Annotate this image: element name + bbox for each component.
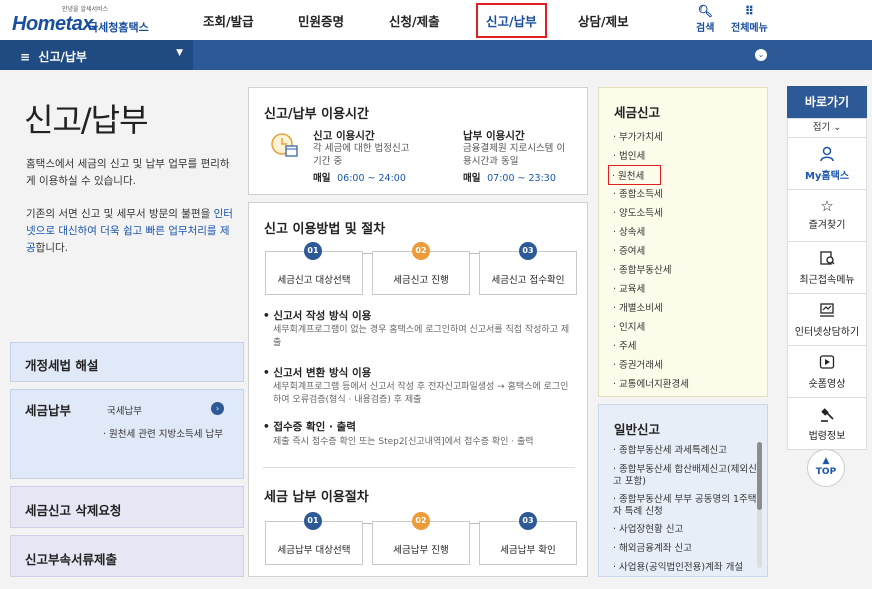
tax-item-property[interactable]: · 종합부동산세 <box>613 262 671 276</box>
step-number-badge: 01 <box>304 242 322 260</box>
report-method-card: 신고 이용방법 및 절차 세금신고 대상선택 세금신고 진행 세금신고 접수확인… <box>248 202 588 577</box>
report-delete-box[interactable]: 세금신고 삭제요청 <box>10 486 244 528</box>
general-item[interactable]: · 사업장현황 신고 <box>613 524 761 536</box>
tax-item-corporate[interactable]: · 법인세 <box>613 148 645 162</box>
quick-recent-menu[interactable]: 최근접속메뉴 <box>787 242 867 294</box>
quick-internet-consult[interactable]: 인터넷상담하기 <box>787 294 867 346</box>
page-title: 신고/납부 <box>24 101 149 139</box>
intro-text: 홈택스에서 세금의 신고 및 납부 업무를 편리하게 이용하실 수 있습니다. <box>26 158 230 187</box>
step-number-badge: 01 <box>304 512 322 530</box>
expand-chevron-icon[interactable]: ⌄ <box>755 49 767 61</box>
scrollbar-thumb[interactable] <box>757 442 762 510</box>
caret-up-icon: ▲ <box>822 456 830 466</box>
breadcrumb-dropdown[interactable]: ≡ 신고/납부 ▼ <box>0 40 193 70</box>
gavel-icon <box>788 406 866 425</box>
general-item[interactable]: · 종합부동산세 과세특례신고 <box>613 445 761 457</box>
section-divider <box>263 467 575 468</box>
hometax-logo[interactable]: 안녕을 알세서비스 Hometax. 국세청홈택스 <box>10 4 160 36</box>
attachment-submit-box[interactable]: 신고부속서류제출 <box>10 535 244 577</box>
quick-favorites[interactable]: ☆ 즐겨찾기 <box>787 190 867 242</box>
top-header: 안녕을 알세서비스 Hometax. 국세청홈택스 조회/발급 민원증명 신청/… <box>0 0 872 40</box>
quick-my-hometax[interactable]: My홈택스 <box>787 138 867 190</box>
general-item[interactable]: · 사업용(공익법인전용)계좌 개설 <box>613 562 761 574</box>
logo-name: 국세청홈택스 <box>88 21 149 34</box>
tax-pay-box: 세금납부 국세납부 › · 원천세 관련 지방소득세 납부 <box>10 389 244 479</box>
tax-item-withholding[interactable]: · 원천세 <box>608 165 662 185</box>
clock-calendar-icon <box>269 130 299 163</box>
quick-law-info[interactable]: 법령정보 <box>787 398 867 450</box>
tax-report-box: 세금신고 · 부가가치세 · 법인세 · 원천세 · 종합소득세 · 양도소득세… <box>598 87 768 397</box>
tax-item-consumption[interactable]: · 개별소비세 <box>613 300 663 314</box>
quick-short-video[interactable]: 숏폼영상 <box>787 346 867 398</box>
tax-item-income[interactable]: · 종합소득세 <box>613 186 663 200</box>
chat-icon <box>788 302 866 321</box>
tax-item-gift[interactable]: · 증여세 <box>613 243 645 257</box>
search-icon: 🔍︎ <box>697 4 713 18</box>
tax-item-education[interactable]: · 교육세 <box>613 281 645 295</box>
recent-icon <box>788 250 866 269</box>
star-icon: ☆ <box>820 197 834 215</box>
gnb-item-inquiry[interactable]: 조회/발급 <box>203 11 254 30</box>
caret-down-icon: ▼ <box>176 48 183 58</box>
tax-item-securities[interactable]: · 증권거래세 <box>613 357 663 371</box>
gnb-item-report-pay[interactable]: 신고/납부 <box>476 3 547 38</box>
gnb-item-consult[interactable]: 상담/제보 <box>578 11 629 30</box>
intro-text-2: 기존의 서면 신고 및 세무서 방문의 불편을 인터넷으로 대신하여 더욱 쉽고… <box>26 208 233 254</box>
tax-law-box[interactable]: 개정세법 해설 <box>10 342 244 382</box>
gnb-item-apply[interactable]: 신청/제출 <box>389 11 440 30</box>
tax-item-traffic-energy[interactable]: · 교통에너지환경세 <box>613 376 689 390</box>
general-item[interactable]: · 해외금융계좌 신고 <box>613 543 761 555</box>
step-number-badge: 03 <box>519 242 537 260</box>
gnb-item-certificate[interactable]: 민원증명 <box>298 11 344 30</box>
all-menu-button[interactable]: ⠿ 전체메뉴 <box>731 5 768 34</box>
tax-item-liquor[interactable]: · 주세 <box>613 338 637 352</box>
scroll-top-button[interactable]: ▲ TOP <box>807 449 845 487</box>
local-income-tax-pay-link[interactable]: · 원천세 관련 지방소득세 납부 <box>103 426 223 440</box>
logo-wordmark: Hometax. <box>12 13 99 35</box>
play-icon <box>788 354 866 373</box>
general-item[interactable]: · 종합부동산세 부부 공동명의 1주택자 특례 신청 <box>613 494 761 518</box>
step-number-badge: 02 <box>412 512 430 530</box>
tax-item-stamp[interactable]: · 인지세 <box>613 319 645 333</box>
general-item[interactable]: · 종합부동산세 합산배제신고(제외신고 포함) <box>613 464 761 488</box>
tax-item-inheritance[interactable]: · 상속세 <box>613 224 645 238</box>
person-icon <box>788 146 866 165</box>
national-tax-pay-link[interactable]: 국세납부 <box>107 403 142 417</box>
logo-slogan: 안녕을 알세서비스 <box>62 6 109 13</box>
usage-hours-card: 신고/납부 이용시간 신고 이용시간 각 세금에 대한 법정신고 기간 중 매일… <box>248 87 588 195</box>
step-number-badge: 03 <box>519 512 537 530</box>
fold-button[interactable]: 접기 ⌄ <box>787 118 867 138</box>
quick-panel-title: 바로가기 <box>787 86 867 118</box>
arrow-right-icon[interactable]: › <box>211 402 224 415</box>
grid-icon: ⠿ <box>744 4 755 18</box>
step-number-badge: 02 <box>412 242 430 260</box>
general-report-box: 일반신고 · 종합부동산세 과세특례신고 · 종합부동산세 합산배제신고(제외신… <box>598 404 768 577</box>
general-list-scrollbar[interactable] <box>757 442 762 568</box>
menu-icon: ≡ <box>20 50 31 64</box>
search-button[interactable]: 🔍︎ 검색 <box>696 5 714 34</box>
sub-navbar: ≡ 신고/납부 ▼ ⌄ <box>0 40 872 70</box>
tax-item-transfer[interactable]: · 양도소득세 <box>613 205 663 219</box>
tax-item-vat[interactable]: · 부가가치세 <box>613 129 663 143</box>
